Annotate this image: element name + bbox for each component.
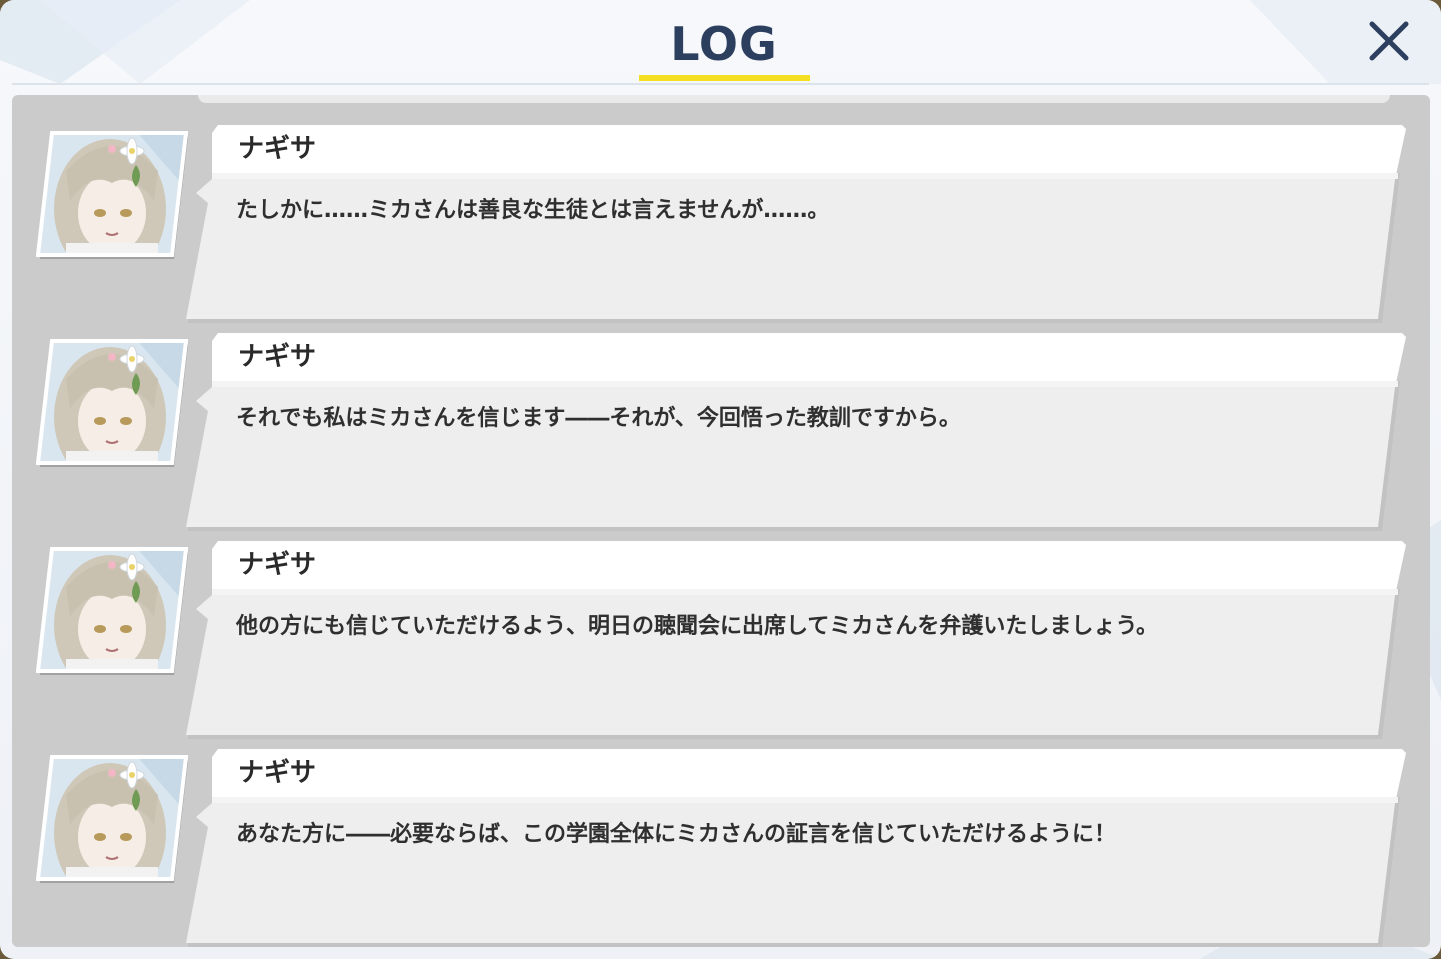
log-window: LOG ナギサ たしかに……ミカさんは善良な生徒とは言えませんが……。 ナギサ … <box>0 0 1441 959</box>
speaker-name: ナギサ <box>238 758 317 788</box>
character-portrait <box>36 339 188 467</box>
speaker-name: ナギサ <box>238 342 317 372</box>
log-list[interactable]: ナギサ たしかに……ミカさんは善良な生徒とは言えませんが……。 ナギサ それでも… <box>12 95 1430 947</box>
message-text: たしかに……ミカさんは善良な生徒とは言えませんが……。 <box>236 198 830 223</box>
previous-entry-edge <box>198 95 1390 103</box>
speaker-name: ナギサ <box>238 134 317 164</box>
close-button[interactable] <box>1362 14 1416 68</box>
log-entry[interactable]: ナギサ 他の方にも信じていただけるよう、明日の聴聞会に出席してミカさんを弁護いた… <box>12 521 1430 739</box>
message-text: 他の方にも信じていただけるよう、明日の聴聞会に出席してミカさんを弁護いたしましょ… <box>236 614 1159 639</box>
log-entry[interactable]: ナギサ たしかに……ミカさんは善良な生徒とは言えませんが……。 <box>12 105 1430 323</box>
log-entry[interactable]: ナギサ それでも私はミカさんを信じます――それが、今回悟った教訓ですから。 <box>12 313 1430 531</box>
header-divider <box>12 83 1429 85</box>
log-header: LOG <box>0 0 1441 84</box>
message-text: それでも私はミカさんを信じます――それが、今回悟った教訓ですから。 <box>236 406 961 431</box>
title-underline <box>639 75 810 81</box>
message-text: あなた方に――必要ならば、この学園全体にミカさんの証言を信じていただけるように！ <box>236 822 1117 847</box>
speaker-name: ナギサ <box>238 550 317 580</box>
close-icon <box>1369 21 1409 61</box>
character-portrait <box>36 755 188 883</box>
character-portrait <box>36 547 188 675</box>
character-portrait <box>36 131 188 259</box>
log-entry[interactable]: ナギサ あなた方に――必要ならば、この学園全体にミカさんの証言を信じていただける… <box>12 729 1430 947</box>
log-title: LOG <box>670 17 778 71</box>
